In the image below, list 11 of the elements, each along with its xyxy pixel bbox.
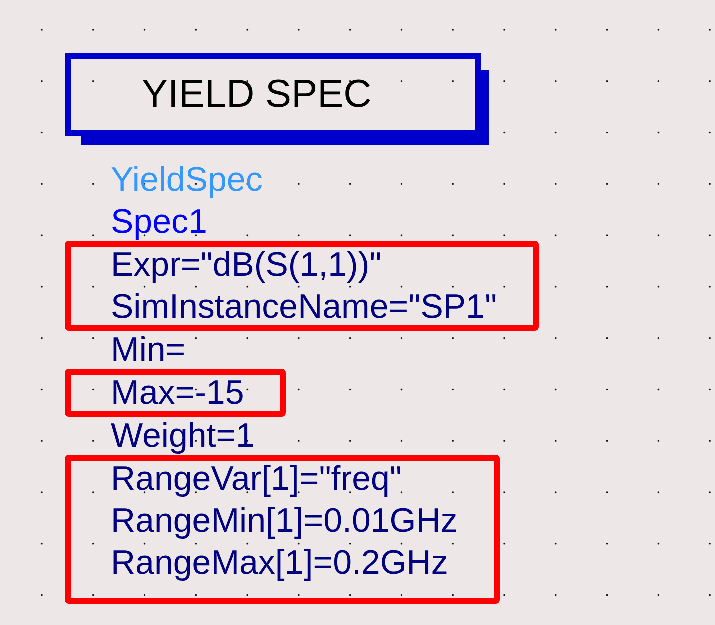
instance-name: Spec1 [111,204,208,240]
parameter-text: SimInstanceName="SP1" [111,289,498,325]
parameter-text: Weight=1 [111,418,255,454]
symbol-title: YIELD SPEC [142,72,372,116]
parameter-text: Expr="dB(S(1,1))" [111,247,383,283]
model-name: YieldSpec [111,162,263,198]
parameter-text: Max=-15 [111,375,244,411]
parameter-text: Min= [111,332,186,368]
parameter-text: RangeMin[1]=0.01GHz [111,503,458,539]
parameter-text: RangeVar[1]="freq" [111,461,403,497]
parameter-text: RangeMax[1]=0.2GHz [111,545,450,581]
